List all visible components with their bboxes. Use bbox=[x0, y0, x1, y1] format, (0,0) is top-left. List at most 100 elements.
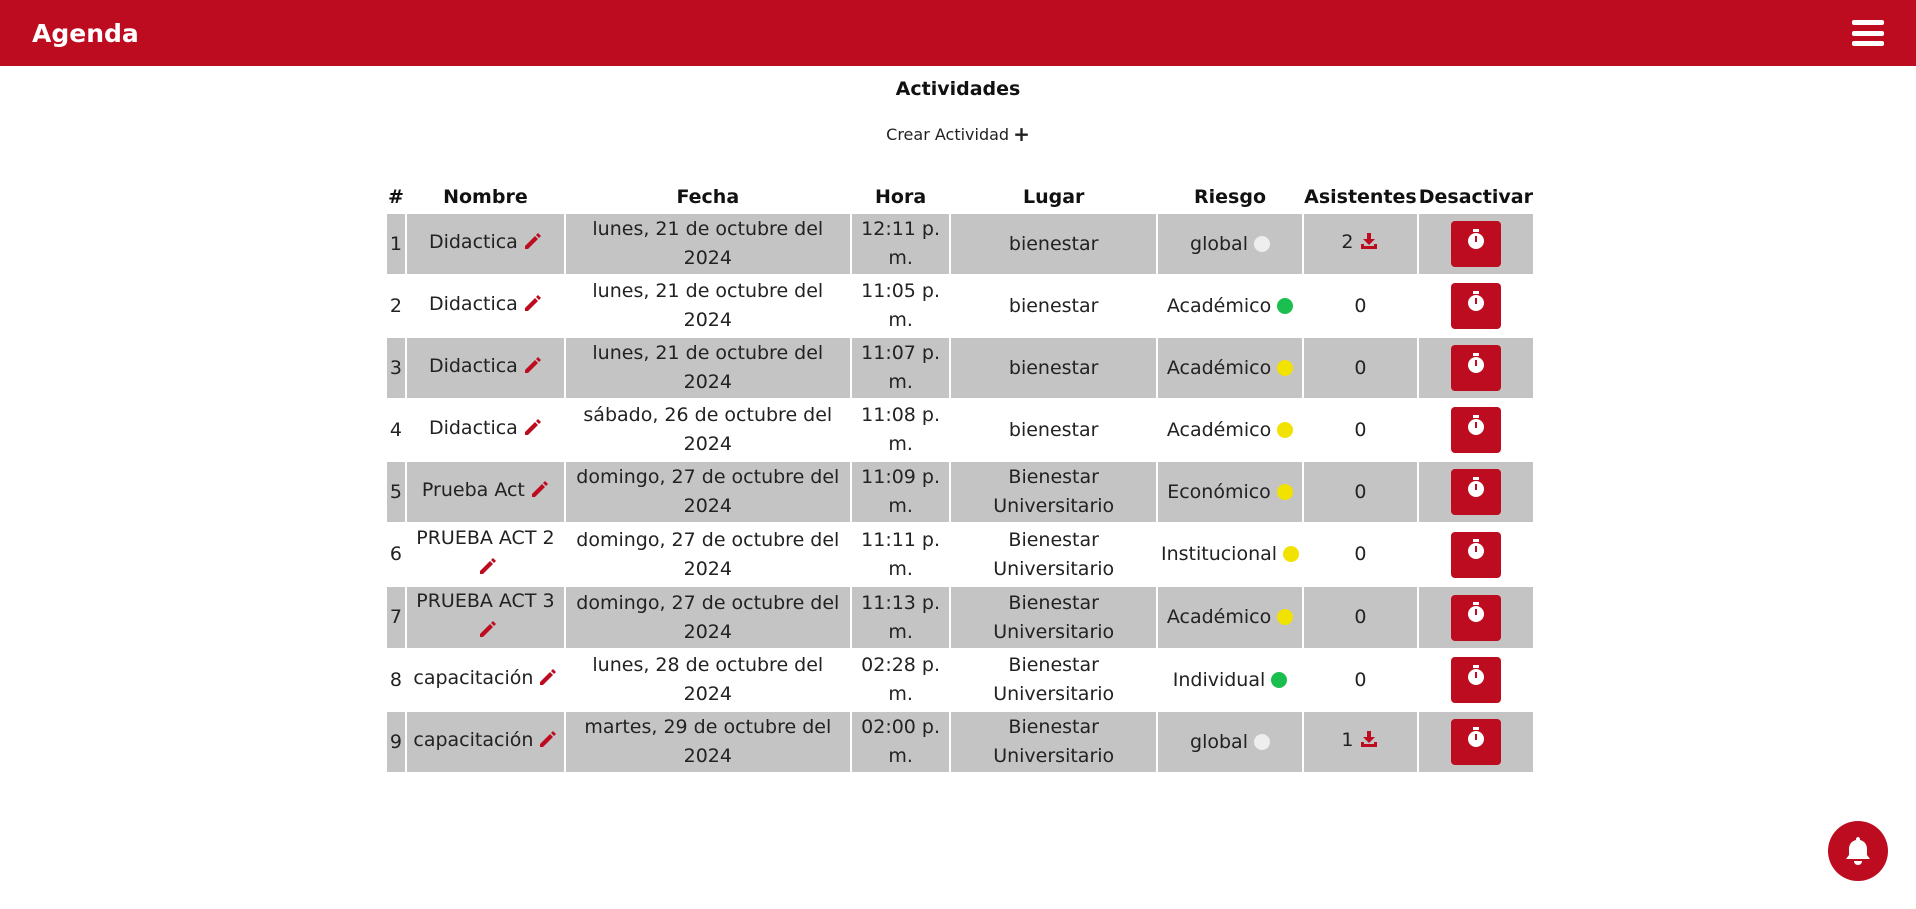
deactivate-button[interactable] bbox=[1450, 594, 1501, 641]
row-number: 3 bbox=[387, 338, 405, 398]
risk-label: Académico bbox=[1166, 606, 1272, 628]
create-activity-link[interactable]: Crear Actividad + bbox=[0, 122, 1916, 146]
activity-name-cell: Prueba Act bbox=[406, 462, 564, 522]
pencil-icon[interactable] bbox=[522, 231, 542, 260]
risk-label: global bbox=[1190, 730, 1248, 753]
activity-time: 11:11 p. m. bbox=[861, 528, 941, 580]
activity-place: bienestar bbox=[1008, 418, 1099, 441]
notification-button[interactable] bbox=[1828, 821, 1888, 881]
row-number: 1 bbox=[387, 214, 405, 274]
risk-label: Individual bbox=[1172, 668, 1266, 691]
pencil-icon[interactable] bbox=[477, 556, 497, 585]
deactivate-button[interactable] bbox=[1450, 407, 1501, 453]
activity-place: Bienestar Universitario bbox=[951, 712, 1156, 772]
activity-date: lunes, 21 de octubre del 2024 bbox=[565, 214, 850, 274]
risk-dot-icon bbox=[1283, 546, 1300, 562]
pencil-icon[interactable] bbox=[529, 479, 549, 508]
deactivate-cell bbox=[1419, 276, 1533, 336]
table-row: 7 PRUEBA ACT 3 domingo, 27 de octubre del … bbox=[387, 587, 1533, 648]
table-row: 9 capacitación martes, 29 de octubre del 2… bbox=[387, 712, 1533, 772]
activity-name: Didactica bbox=[428, 293, 518, 315]
column-header: Fecha bbox=[676, 186, 740, 208]
activity-name-cell: Didactica bbox=[407, 276, 564, 336]
activity-time: 02:28 p. m. bbox=[861, 654, 941, 705]
attendees-cell: 0 bbox=[1304, 587, 1417, 648]
deactivate-cell bbox=[1419, 524, 1533, 585]
risk-cell: Académico bbox=[1157, 338, 1303, 398]
pencil-icon[interactable] bbox=[522, 293, 542, 322]
attendees-count: 0 bbox=[1354, 480, 1367, 503]
activity-date: lunes, 21 de octubre del 2024 bbox=[592, 280, 824, 331]
attendees-count: 2 bbox=[1341, 231, 1354, 253]
table-body: 1 Didactica lunes, 21 de octubre del 2024 1… bbox=[387, 214, 1533, 772]
deactivate-button[interactable] bbox=[1450, 283, 1501, 329]
activity-date: domingo, 27 de octubre del 2024 bbox=[565, 462, 850, 522]
row-number: 8 bbox=[389, 668, 403, 691]
risk-cell: global bbox=[1157, 214, 1303, 274]
risk-cell: Académico bbox=[1157, 587, 1303, 648]
attendees-count: 0 bbox=[1354, 356, 1367, 379]
stopwatch-icon bbox=[1466, 228, 1486, 260]
activity-time: 11:09 p. m. bbox=[851, 462, 950, 522]
hamburger-menu-icon[interactable] bbox=[1852, 20, 1884, 46]
top-bar: Agenda bbox=[0, 0, 1916, 66]
column-header: Nombre bbox=[443, 186, 528, 208]
attendees-count: 0 bbox=[1354, 543, 1367, 565]
plus-icon: + bbox=[1013, 122, 1030, 146]
stopwatch-icon bbox=[1466, 476, 1486, 508]
column-header: # bbox=[388, 186, 404, 208]
row-number: 7 bbox=[387, 587, 405, 648]
deactivate-button[interactable] bbox=[1450, 657, 1501, 703]
activity-place: Bienestar Universitario bbox=[993, 654, 1115, 705]
stopwatch-icon bbox=[1466, 539, 1486, 570]
attendees-cell: 0 bbox=[1304, 650, 1417, 710]
activity-name-cell: Didactica bbox=[406, 338, 564, 398]
activity-name-cell: Didactica bbox=[406, 214, 564, 274]
risk-cell: Académico bbox=[1158, 276, 1302, 336]
stopwatch-icon bbox=[1466, 664, 1486, 696]
risk-label: Económico bbox=[1167, 480, 1271, 503]
pencil-icon[interactable] bbox=[522, 417, 542, 446]
activity-date: lunes, 21 de octubre del 2024 bbox=[565, 338, 850, 398]
deactivate-button[interactable] bbox=[1450, 469, 1501, 515]
download-icon[interactable] bbox=[1359, 729, 1379, 758]
activity-name: Didactica bbox=[428, 417, 518, 439]
attendees-count: 0 bbox=[1354, 606, 1367, 628]
pencil-icon[interactable] bbox=[537, 729, 557, 758]
pencil-icon[interactable] bbox=[522, 355, 542, 384]
attendees-count: 0 bbox=[1354, 418, 1367, 441]
page-title: Actividades bbox=[895, 78, 1021, 100]
column-header: Lugar bbox=[1022, 186, 1085, 208]
deactivate-button[interactable] bbox=[1450, 719, 1501, 765]
activity-time: 02:00 p. m. bbox=[851, 712, 950, 772]
table-row: 8 capacitación lunes, 28 de octubre del 20… bbox=[387, 650, 1533, 710]
activity-name: PRUEBA ACT 3 bbox=[416, 590, 555, 612]
table-row: 1 Didactica lunes, 21 de octubre del 2024 1… bbox=[387, 214, 1533, 274]
activity-date: domingo, 27 de octubre del 2024 bbox=[576, 528, 840, 580]
attendees-cell: 0 bbox=[1304, 276, 1417, 336]
deactivate-button[interactable] bbox=[1450, 345, 1501, 391]
activity-name-cell: capacitación bbox=[407, 650, 564, 710]
deactivate-cell bbox=[1418, 462, 1533, 522]
risk-dot-icon bbox=[1277, 297, 1294, 314]
risk-cell: Institucional bbox=[1158, 524, 1302, 585]
activity-time: 11:07 p. m. bbox=[851, 338, 950, 398]
activity-time: 11:13 p. m. bbox=[851, 587, 950, 648]
deactivate-button[interactable] bbox=[1450, 221, 1501, 267]
deactivate-button[interactable] bbox=[1450, 531, 1501, 578]
app-title: Agenda bbox=[32, 18, 139, 48]
activity-name: capacitación bbox=[413, 729, 534, 751]
stopwatch-icon bbox=[1466, 290, 1486, 322]
pencil-icon[interactable] bbox=[537, 667, 557, 696]
risk-dot-icon bbox=[1271, 671, 1288, 688]
risk-cell: Académico bbox=[1158, 400, 1302, 460]
risk-dot-icon bbox=[1277, 359, 1294, 376]
create-activity-label: Crear Actividad bbox=[886, 125, 1010, 144]
attendees-count: 0 bbox=[1354, 668, 1367, 691]
download-icon[interactable] bbox=[1359, 231, 1379, 260]
attendees-cell: 0 bbox=[1304, 400, 1417, 460]
activity-place: Bienestar Universitario bbox=[993, 528, 1115, 580]
deactivate-cell bbox=[1418, 338, 1533, 398]
stopwatch-icon bbox=[1466, 414, 1486, 446]
pencil-icon[interactable] bbox=[477, 619, 497, 648]
